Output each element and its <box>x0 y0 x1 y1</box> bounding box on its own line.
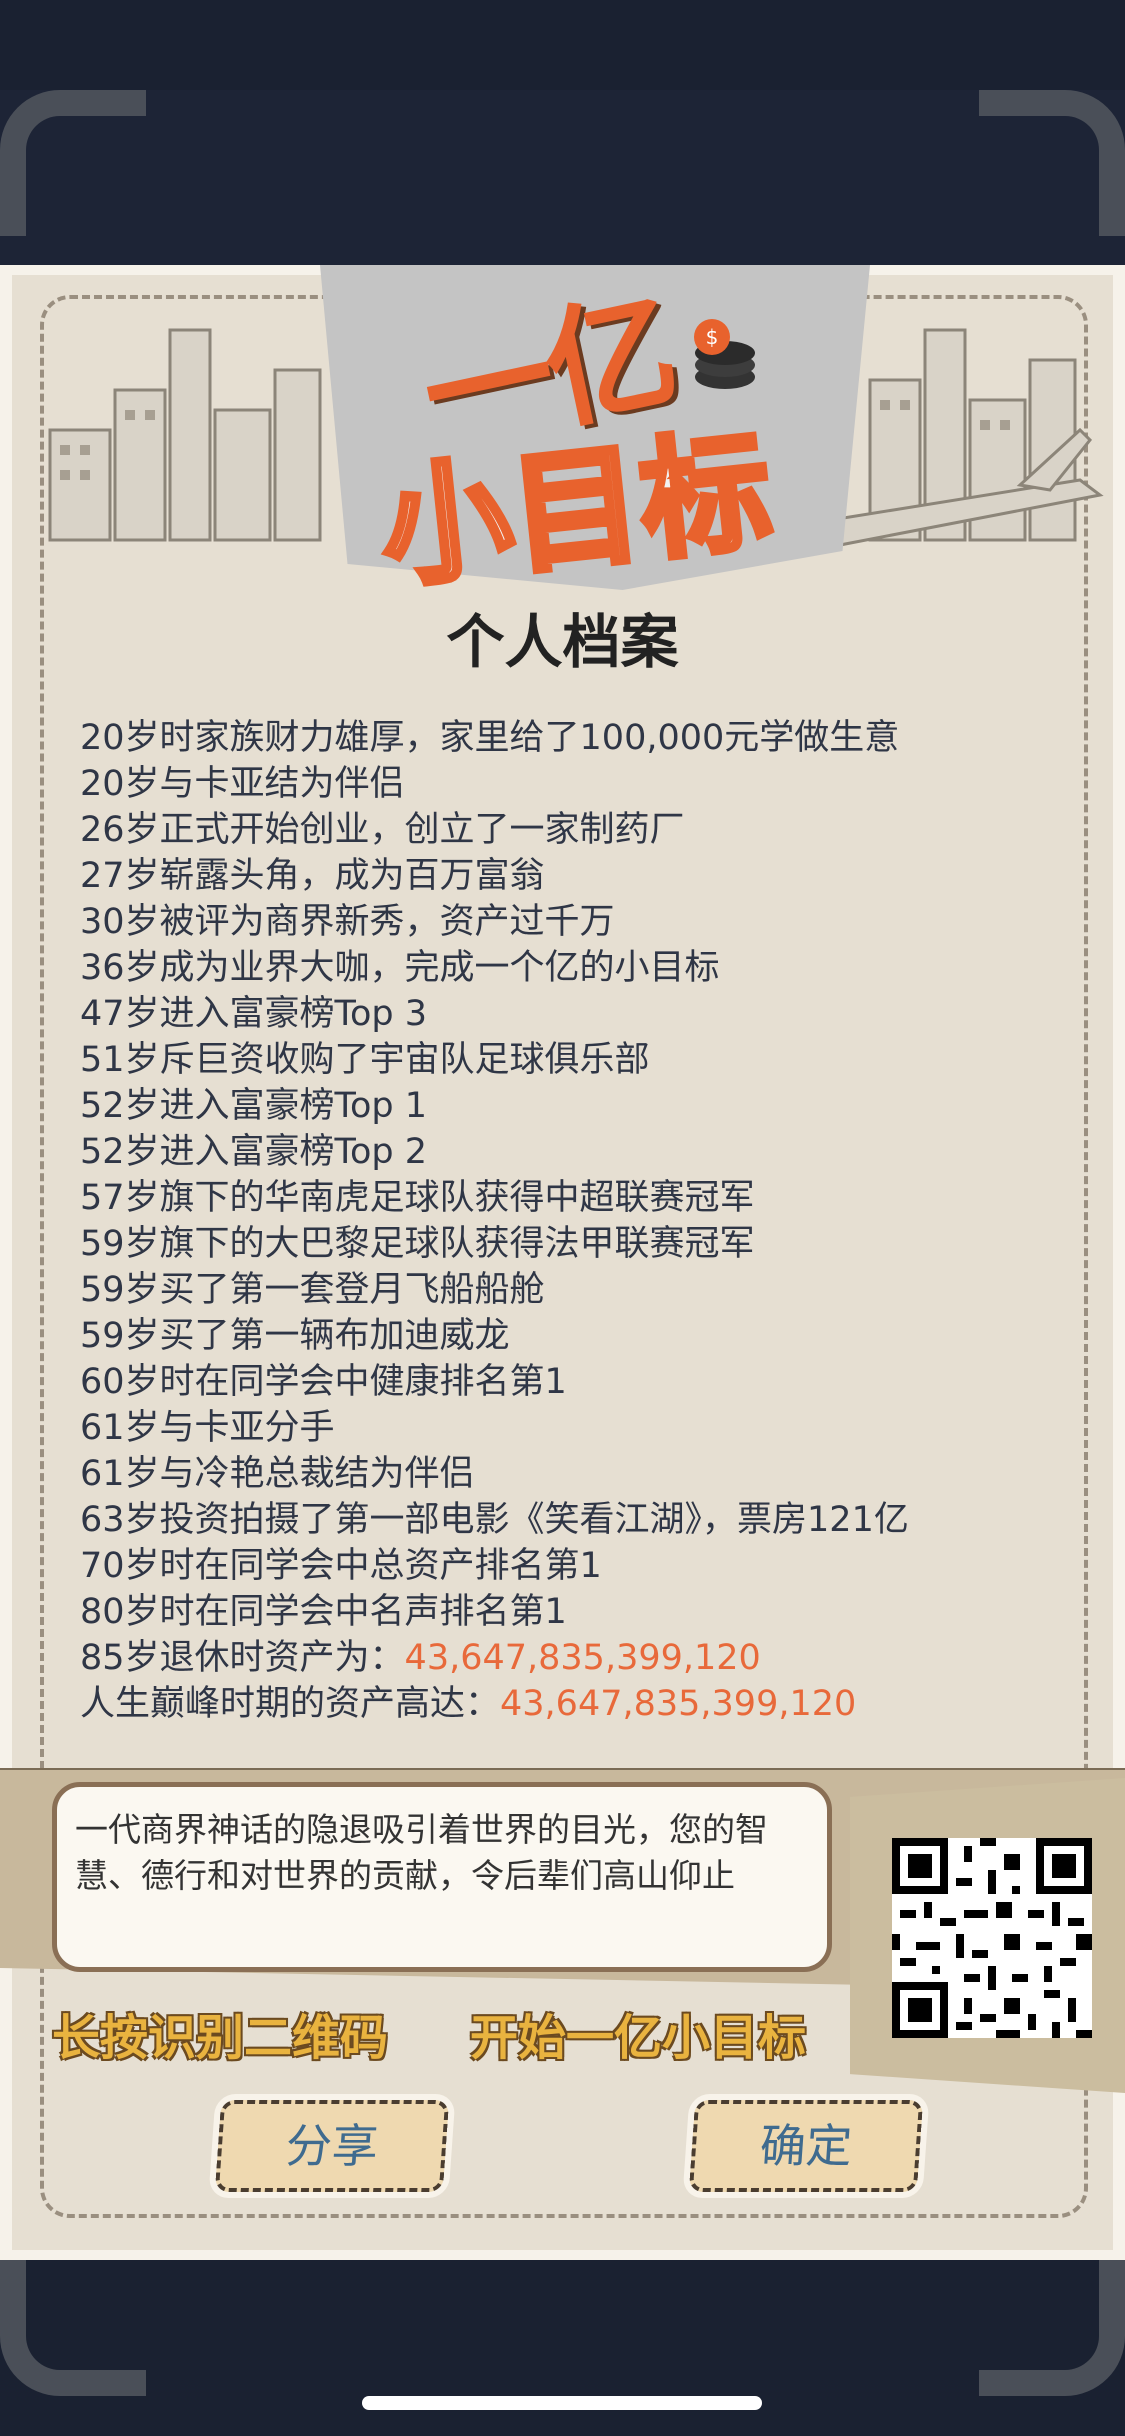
life-event-item: 26岁正式开始创业，创立了一家制药厂 <box>80 810 685 850</box>
life-event-item: 57岁旗下的华南虎足球队获得中超联赛冠军 <box>80 1178 755 1218</box>
quote-box: 一代商界神话的隐退吸引着世界的目光，您的智慧、德行和对世界的贡献，令后辈们高山仰… <box>52 1782 832 1972</box>
cta-scan-qr: 长按识别二维码 <box>52 2010 389 2066</box>
qr-code-icon[interactable] <box>892 1838 1092 2038</box>
life-event-item: 36岁成为业界大咖，完成一个亿的小目标 <box>80 948 720 988</box>
life-event-item: 63岁投资拍摄了第一部电影《笑看江湖》，票房121亿 <box>80 1500 909 1540</box>
frame-corner-top-left <box>0 90 146 236</box>
svg-text:$: $ <box>706 325 719 349</box>
frame-corner-bottom-left <box>0 2250 146 2396</box>
frame-corner-bottom-right <box>979 2250 1125 2396</box>
life-event-item: 20岁时家族财力雄厚，家里给了100,000元学做生意 <box>80 718 900 758</box>
page-title: 个人档案 <box>446 608 679 676</box>
coin-stack-icon: $ <box>694 319 755 389</box>
retire-assets-value: 43,647,835,399,120 <box>404 1638 761 1678</box>
peak-assets-value: 43,647,835,399,120 <box>500 1684 857 1724</box>
life-event-item: 59岁旗下的大巴黎足球队获得法甲联赛冠军 <box>80 1224 755 1264</box>
cta-start: 开始一亿小目标 <box>470 2010 807 2066</box>
confirm-button[interactable]: 确定 <box>688 2100 924 2192</box>
peak-assets-label: 人生巅峰时期的资产高达： <box>80 1684 501 1724</box>
retire-assets-row: 85岁退休时资产为：43,647,835,399,120 <box>80 1635 1080 1681</box>
life-event-item: 27岁崭露头角，成为百万富翁 <box>80 856 545 896</box>
life-event-item: 60岁时在同学会中健康排名第1 <box>80 1362 567 1402</box>
life-event-item: 80岁时在同学会中名声排名第1 <box>80 1592 567 1632</box>
life-event-item: 59岁买了第一套登月飞船船舱 <box>80 1270 545 1310</box>
life-event-item: 52岁进入富豪榜Top 1 <box>80 1086 427 1126</box>
frame-corner-top-right <box>979 90 1125 236</box>
life-event-item: 52岁进入富豪榜Top 2 <box>80 1132 427 1172</box>
life-event-item: 59岁买了第一辆布加迪威龙 <box>80 1316 510 1356</box>
peak-assets-row: 人生巅峰时期的资产高达：43,647,835,399,120 <box>80 1681 1080 1727</box>
life-event-item: 47岁进入富豪榜Top 3 <box>80 994 427 1034</box>
life-event-item: 51岁斥巨资收购了宇宙队足球俱乐部 <box>80 1040 650 1080</box>
life-event-item: 20岁与卡亚结为伴侣 <box>80 764 405 804</box>
frame-top <box>0 90 1125 265</box>
life-event-item: 30岁被评为商界新秀，资产过千万 <box>80 902 615 942</box>
life-event-item: 61岁与冷艳总裁结为伴侣 <box>80 1454 475 1494</box>
share-button[interactable]: 分享 <box>214 2100 450 2192</box>
retire-assets-label: 85岁退休时资产为： <box>80 1638 405 1678</box>
life-event-item: 61岁与卡亚分手 <box>80 1408 335 1448</box>
life-events-list: 20岁时家族财力雄厚，家里给了100,000元学做生意 20岁与卡亚结为伴侣 26岁… <box>80 715 1080 1727</box>
game-screen: 一亿 小目标 $ 个人档案 20岁时家族财力雄厚，家里给了100,000元学做生… <box>0 0 1125 2436</box>
home-indicator[interactable] <box>362 2396 762 2410</box>
life-event-item: 70岁时在同学会中总资产排名第1 <box>80 1546 602 1586</box>
